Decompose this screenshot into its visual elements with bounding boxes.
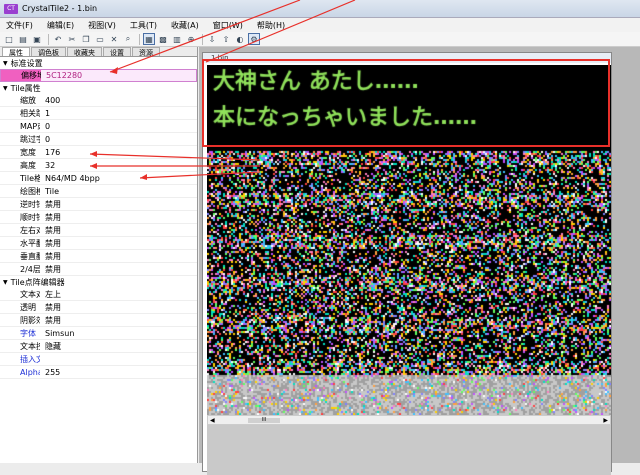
annotation-overlay [89,0,610,180]
arrowhead [90,151,97,157]
annotation-arrow-format [139,171,261,179]
annotation-line [205,0,356,63]
annotation-arrow-offset [109,0,301,73]
arrowhead [90,163,97,169]
arrowhead [140,174,147,180]
annotation-box [202,59,610,147]
arrowhead [110,67,118,74]
annotation-arrow-width [89,153,261,161]
